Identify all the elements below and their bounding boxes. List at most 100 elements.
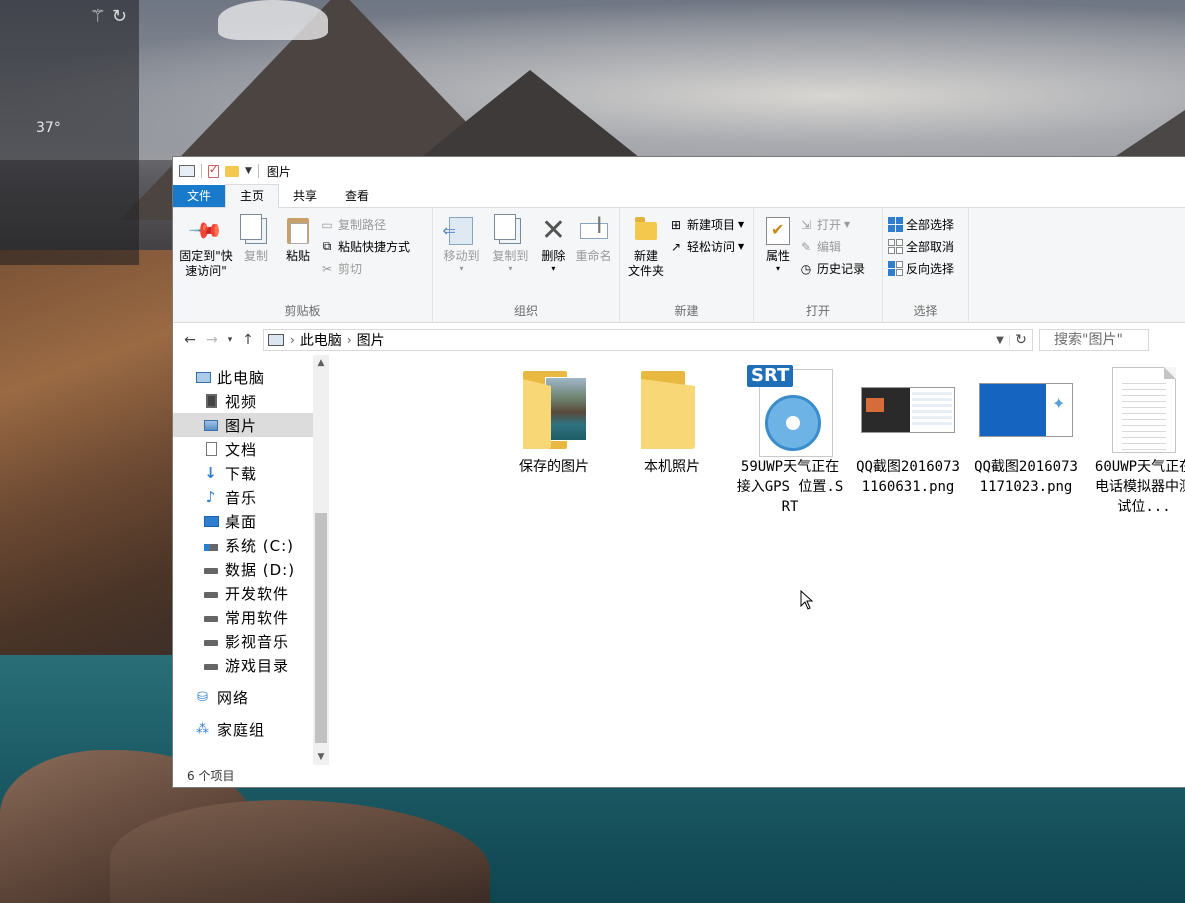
select-all-button[interactable]: 全部选择 (887, 215, 958, 234)
paste-shortcut-button[interactable]: ⧉ 粘贴快捷方式 (319, 237, 414, 256)
new-folder-quick-icon[interactable] (225, 165, 239, 177)
tab-share[interactable]: 共享 (279, 185, 331, 207)
chevron-down-icon: ▾ (508, 264, 513, 273)
tab-file[interactable]: 文件 (173, 185, 226, 207)
drive-icon (204, 640, 218, 646)
copy-path-icon: ▭ (321, 217, 333, 232)
ribbon-tabs: 文件 主页 共享 查看 (173, 184, 1185, 208)
cut-button[interactable]: ✂ 剪切 (319, 259, 414, 278)
open-button[interactable]: ⇲ 打开 ▼ (798, 215, 869, 234)
new-item-icon: ⊞ (670, 217, 682, 232)
properties-icon (766, 217, 790, 245)
nav-item-pictures[interactable]: 图片 (173, 413, 329, 437)
edit-icon: ✎ (800, 239, 812, 254)
invert-selection-icon (887, 261, 903, 277)
customize-toolbar-chevron-icon[interactable]: ▼ (245, 166, 252, 176)
history-button[interactable]: ◷ 历史记录 (798, 259, 869, 278)
nav-item-games[interactable]: 游戏目录 (173, 653, 329, 677)
nav-item-this-pc[interactable]: 此电脑 (173, 365, 329, 389)
nav-item-common-software[interactable]: 常用软件 (173, 605, 329, 629)
nav-item-desktop[interactable]: 桌面 (173, 509, 329, 533)
new-item-button[interactable]: ⊞ 新建项目 ▼ (668, 215, 748, 234)
refresh-icon[interactable]: ↻ (112, 6, 133, 27)
file-item[interactable]: SRT 59UWP天气正在接入GPS 位置.SRT (735, 365, 845, 517)
drive-icon (204, 568, 218, 574)
search-input[interactable]: 搜索"图片" (1039, 329, 1149, 351)
scrollbar-thumb[interactable] (315, 513, 327, 743)
move-to-icon (442, 217, 474, 245)
file-item[interactable]: 60UWP天气正在电话模拟器中测试位... (1089, 365, 1185, 517)
weather-widget[interactable]: ⚚↻ 37° (0, 0, 139, 265)
nav-item-videos[interactable]: 视频 (173, 389, 329, 413)
tab-view[interactable]: 查看 (331, 185, 383, 207)
file-item[interactable]: 本机照片 (617, 365, 727, 477)
scroll-up-arrow-icon[interactable]: ▲ (313, 355, 329, 371)
file-name: 59UWP天气正在接入GPS 位置.SRT (736, 459, 844, 515)
easy-access-icon: ↗ (670, 239, 682, 254)
title-bar: ▼ 图片 (173, 157, 1185, 185)
group-new: 新建 文件夹 ⊞ 新建项目 ▼ ↗ 轻松访问 ▼ 新建 (620, 208, 754, 322)
history-icon: ◷ (800, 261, 812, 276)
folder-icon (641, 371, 703, 449)
invert-selection-button[interactable]: 反向选择 (887, 259, 958, 278)
window-title: 图片 (266, 164, 291, 179)
nav-item-documents[interactable]: 文档 (173, 437, 329, 461)
file-item[interactable]: QQ截图20160731160631.png (853, 365, 963, 497)
file-name: 本机照片 (644, 459, 700, 475)
navigation-pane: 此电脑 视频 图片 文档 ↓ 下载 ♪ 音乐 桌面 系统 (C:) 数据 (D:… (173, 355, 329, 765)
window-icon[interactable] (179, 165, 195, 177)
group-label-clipboard: 剪贴板 (284, 304, 321, 318)
copy-to-icon (494, 214, 522, 244)
address-bar[interactable]: › 此电脑 › 图片 ▼ ↻ (263, 329, 1033, 351)
file-name: 60UWP天气正在电话模拟器中测试位... (1094, 459, 1185, 515)
file-list: 保存的图片 本机照片 SRT 59UWP天气正在接入GPS 位置.SRT QQ截… (329, 355, 1185, 765)
select-none-icon (887, 239, 903, 255)
status-bar: 6 个项目 (173, 763, 1185, 787)
address-row: ← → ▾ ↑ › 此电脑 › 图片 ▼ ↻ 搜索"图片" (173, 323, 1185, 357)
file-item[interactable]: ✦ QQ截图20160731171023.png (971, 365, 1081, 497)
group-organize: 移动到 ▾ 复制到 ▾ ✕ 删除 ▾ 重命名 组织 (433, 208, 620, 322)
nav-item-dev-software[interactable]: 开发软件 (173, 581, 329, 605)
nav-item-drive-d[interactable]: 数据 (D:) (173, 557, 329, 581)
forward-arrow-icon[interactable]: → (201, 332, 223, 348)
easy-access-button[interactable]: ↗ 轻松访问 ▼ (668, 237, 748, 256)
refresh-icon[interactable]: ↻ (1010, 332, 1032, 348)
folder-with-photo-icon (523, 371, 587, 449)
copy-path-button[interactable]: ▭ 复制路径 (319, 215, 414, 234)
desktop-icon (203, 515, 219, 527)
nav-item-media[interactable]: 影视音乐 (173, 629, 329, 653)
nav-scrollbar[interactable]: ▲ ▼ (313, 355, 329, 765)
tab-home[interactable]: 主页 (225, 184, 280, 208)
group-clipboard: 📌 固定到"快 速访问" 复制 粘贴 ▭复制路径 ⧉粘贴快捷方式 ✂剪切 (173, 208, 433, 322)
edit-button[interactable]: ✎ 编辑 (798, 237, 869, 256)
breadcrumb-this-pc[interactable]: 此电脑 (295, 330, 347, 350)
back-arrow-icon[interactable]: ← (179, 332, 201, 348)
pin-icon: 📌 (187, 212, 225, 250)
address-history-chevron-icon[interactable]: ▼ (991, 334, 1010, 346)
breadcrumb-pictures[interactable]: 图片 (352, 330, 390, 350)
group-label-organize: 组织 (513, 304, 538, 318)
system-drive-icon (204, 543, 218, 551)
nav-item-downloads[interactable]: ↓ 下载 (173, 461, 329, 485)
select-none-button[interactable]: 全部取消 (887, 237, 958, 256)
recent-locations-chevron-icon[interactable]: ▾ (223, 335, 237, 345)
nav-item-homegroup[interactable]: ⁂ 家庭组 (173, 717, 329, 741)
drive-icon (204, 592, 218, 598)
group-label-select: 选择 (913, 304, 938, 318)
item-count: 6 个项目 (187, 768, 235, 783)
nav-item-network[interactable]: ⛁ 网络 (173, 685, 329, 709)
group-label-open: 打开 (805, 304, 830, 318)
paste-icon (287, 218, 309, 244)
properties-quick-icon[interactable] (208, 163, 219, 178)
file-item[interactable]: 保存的图片 (499, 365, 609, 477)
chevron-down-icon: ▼ (738, 242, 745, 251)
magic-wand-icon[interactable]: ⚚ (90, 6, 112, 27)
up-arrow-icon[interactable]: ↑ (237, 332, 259, 348)
pin-label: 固定到"快 速访问" (179, 249, 233, 278)
nav-item-drive-c[interactable]: 系统 (C:) (173, 533, 329, 557)
chevron-down-icon: ▾ (775, 264, 780, 273)
download-icon: ↓ (204, 464, 218, 482)
nav-item-music[interactable]: ♪ 音乐 (173, 485, 329, 509)
paste-shortcut-icon: ⧉ (322, 239, 332, 253)
chevron-down-icon: ▼ (738, 220, 745, 229)
